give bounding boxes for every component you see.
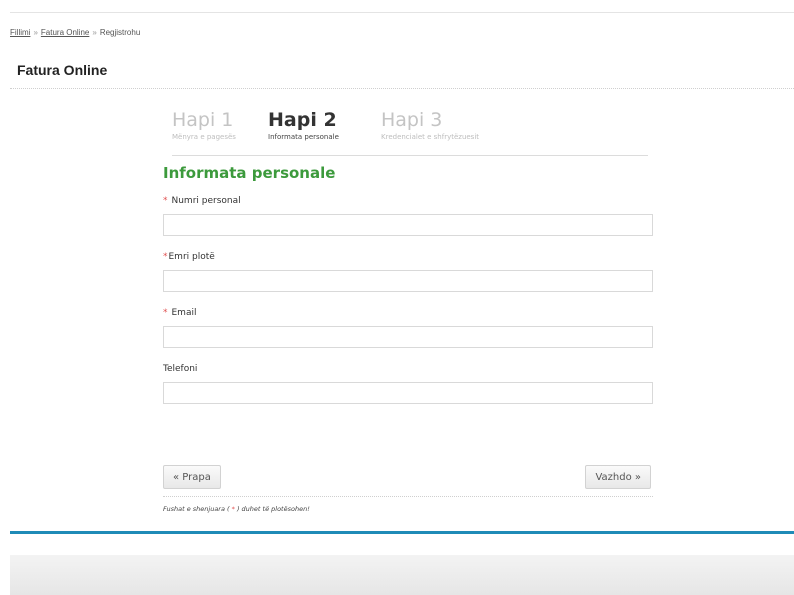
breadcrumb-link-home[interactable]: Fillimi [10,28,30,37]
wizard-step-3: Hapi 3 Kredencialet e shfrytëzuesit [381,109,479,142]
required-marker: * [163,252,168,262]
section-title: Informata personale [163,164,336,182]
email-label: * Email [163,308,196,318]
form-divider [163,496,653,497]
breadcrumb-separator: » [92,28,97,37]
continue-button[interactable]: Vazhdo » [585,465,651,489]
personal-number-input[interactable] [163,214,653,236]
phone-input[interactable] [163,382,653,404]
footer-accent-bar [10,531,794,534]
footer [10,555,794,595]
required-marker: * [163,308,168,318]
full-name-input[interactable] [163,270,653,292]
phone-label: Telefoni [163,364,197,374]
step-subtitle: Mënyra e pagesës [172,133,236,141]
field-label-text: Emri plotë [168,252,215,262]
required-marker: * [163,196,168,206]
wizard-step-2-current: Hapi 2 Informata personale [268,109,339,142]
header-divider [10,88,794,89]
step-subtitle: Informata personale [268,133,339,141]
wizard-step-1: Hapi 1 Mënyra e pagesës [172,109,236,142]
required-fields-note: Fushat e shenjuara ( * ) duhet të plotës… [163,505,310,513]
breadcrumb-link-fatura-online[interactable]: Fatura Online [41,28,89,37]
note-text-after: ) duhet të plotësohen! [234,505,310,513]
breadcrumb-current: Regjistrohu [99,28,141,37]
breadcrumb-separator: » [33,28,38,37]
back-button[interactable]: « Prapa [163,465,221,489]
page-title: Fatura Online [17,62,108,78]
personal-number-label: * Numri personal [163,196,241,206]
note-text-before: Fushat e shenjuara ( [163,505,232,513]
field-label-text: Telefoni [163,364,198,374]
step-title: Hapi 2 [268,109,337,131]
breadcrumb: Fillimi» Fatura Online» Regjistrohu [10,28,140,37]
top-divider [10,12,794,13]
wizard-steps: Hapi 1 Mënyra e pagesës Hapi 2 Informata… [172,109,648,156]
full-name-label: *Emri plotë [163,252,215,262]
email-input[interactable] [163,326,653,348]
step-title: Hapi 1 [172,109,234,131]
field-label-text: Numri personal [171,196,241,206]
field-label-text: Email [171,308,197,318]
step-title: Hapi 3 [381,109,443,131]
step-subtitle: Kredencialet e shfrytëzuesit [381,133,480,141]
